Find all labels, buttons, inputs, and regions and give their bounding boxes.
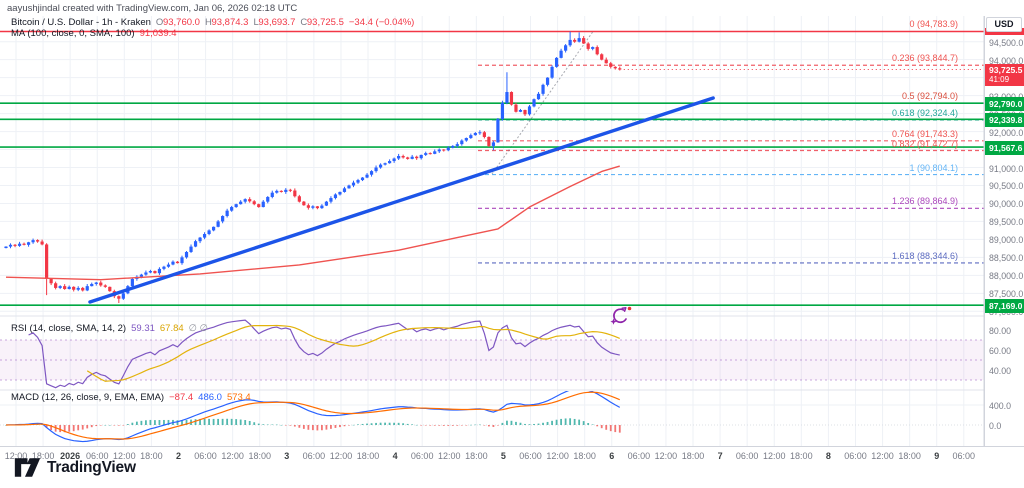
price-axis-label: 90,000.0 xyxy=(989,199,1023,209)
fib-label: 0.618 (92,324.4) xyxy=(892,109,958,118)
price-badge: 87,169.0 xyxy=(985,299,1024,313)
macd-signal-value: 573.4 xyxy=(227,393,251,403)
change-value: −34.4 (−0.04%) xyxy=(349,18,415,28)
rsi-axis-label: 60.00 xyxy=(989,346,1011,356)
price-axis-label: 91,000.0 xyxy=(989,164,1023,174)
price-axis-label: 90,500.0 xyxy=(989,181,1023,191)
rsi-band xyxy=(0,340,984,380)
symbol-legend: Bitcoin / U.S. Dollar - 1h - Kraken O 93… xyxy=(11,18,414,28)
symbol-title[interactable]: Bitcoin / U.S. Dollar - 1h - Kraken xyxy=(11,18,151,28)
fib-label: 1.618 (88,344.6) xyxy=(892,252,958,261)
fib-label: 0.832 (91,472.7) xyxy=(892,140,958,149)
ohlc-values: O 93,760.0 H 93,874.3 L 93,693.7 C 93,725.5 xyxy=(156,18,344,28)
time-axis-label: 06:00 xyxy=(947,451,981,461)
ohlc-pair: O 93,760.0 xyxy=(156,18,200,28)
ma-legend-value: 91,039.4 xyxy=(140,29,177,39)
fib-label: 0.5 (92,794.0) xyxy=(902,92,958,101)
fib-label: 1.236 (89,864.9) xyxy=(892,197,958,206)
ma-legend-label: MA (100, close, 0, SMA, 100) xyxy=(11,29,135,39)
macd-hist-value: −87.4 xyxy=(169,393,193,403)
tradingview-logo[interactable]: TradingView xyxy=(14,457,136,478)
current-price-badge: 93,725.541:09 xyxy=(985,64,1024,86)
trendline[interactable] xyxy=(90,98,713,302)
chart-root: aayushjindal created with TradingView.co… xyxy=(0,0,1024,488)
currency-button[interactable]: USD xyxy=(986,17,1022,32)
ohlc-pair: C 93,725.5 xyxy=(300,18,344,28)
macd-legend-label: MACD (12, 26, close, 9, EMA, EMA) xyxy=(11,393,164,403)
macd-axis-label: 400.0 xyxy=(989,401,1011,411)
price-badge: 92,339.8 xyxy=(985,113,1024,127)
macd-legend: MACD (12, 26, close, 9, EMA, EMA) −87.4 … xyxy=(11,393,251,403)
gridlines xyxy=(0,16,984,446)
rsi-axis-label: 40.00 xyxy=(989,366,1011,376)
price-axis-label: 88,500.0 xyxy=(989,253,1023,263)
brand-name: TradingView xyxy=(47,459,136,477)
price-axis-label: 87,500.0 xyxy=(989,289,1023,299)
rsi-legend: RSI (14, close, SMA, 14, 2) 59.31 67.84 … xyxy=(11,324,208,334)
time-axis[interactable]: 12:0018:00202606:0012:0018:00206:0012:00… xyxy=(0,446,1024,463)
macd-axis-label: 0.0 xyxy=(989,421,1001,431)
fib-label: 0.236 (93,844.7) xyxy=(892,54,958,63)
brand-icon xyxy=(14,457,41,478)
price-axis-label: 89,500.0 xyxy=(989,217,1023,227)
macd-line-value: 486.0 xyxy=(198,393,222,403)
fib-label: 0.764 (91,743.3) xyxy=(892,130,958,139)
rsi-value: 59.31 xyxy=(131,324,155,334)
fib-label: 0 (94,783.9) xyxy=(909,20,958,29)
price-badge: 91,567.6 xyxy=(985,141,1024,155)
price-badge: 92,790.0 xyxy=(985,97,1024,111)
ma-legend: MA (100, close, 0, SMA, 100) 91,039.4 xyxy=(11,29,177,39)
price-axis-label: 94,500.0 xyxy=(989,38,1023,48)
price-axis-label: 92,000.0 xyxy=(989,128,1023,138)
rsi-hidden-values: ∅ ∅ xyxy=(189,324,208,334)
chart-canvas[interactable] xyxy=(0,0,1024,446)
rsi-axis-label: 80.00 xyxy=(989,326,1011,336)
price-axis-label: 88,000.0 xyxy=(989,271,1023,281)
fib-label: 1 (90,804.1) xyxy=(909,164,958,173)
rsi-legend-label: RSI (14, close, SMA, 14, 2) xyxy=(11,324,126,334)
price-axis-label: 89,000.0 xyxy=(989,235,1023,245)
countdown: 41:09 xyxy=(989,75,1024,84)
rsi-ma-value: 67.84 xyxy=(160,324,184,334)
ohlc-pair: L 93,693.7 xyxy=(253,18,295,28)
current-price-value: 93,725.5 xyxy=(989,66,1024,75)
ohlc-pair: H 93,874.3 xyxy=(205,18,249,28)
price-scale[interactable]: 94,500.094,000.093,000.092,500.092,000.0… xyxy=(984,16,1024,446)
